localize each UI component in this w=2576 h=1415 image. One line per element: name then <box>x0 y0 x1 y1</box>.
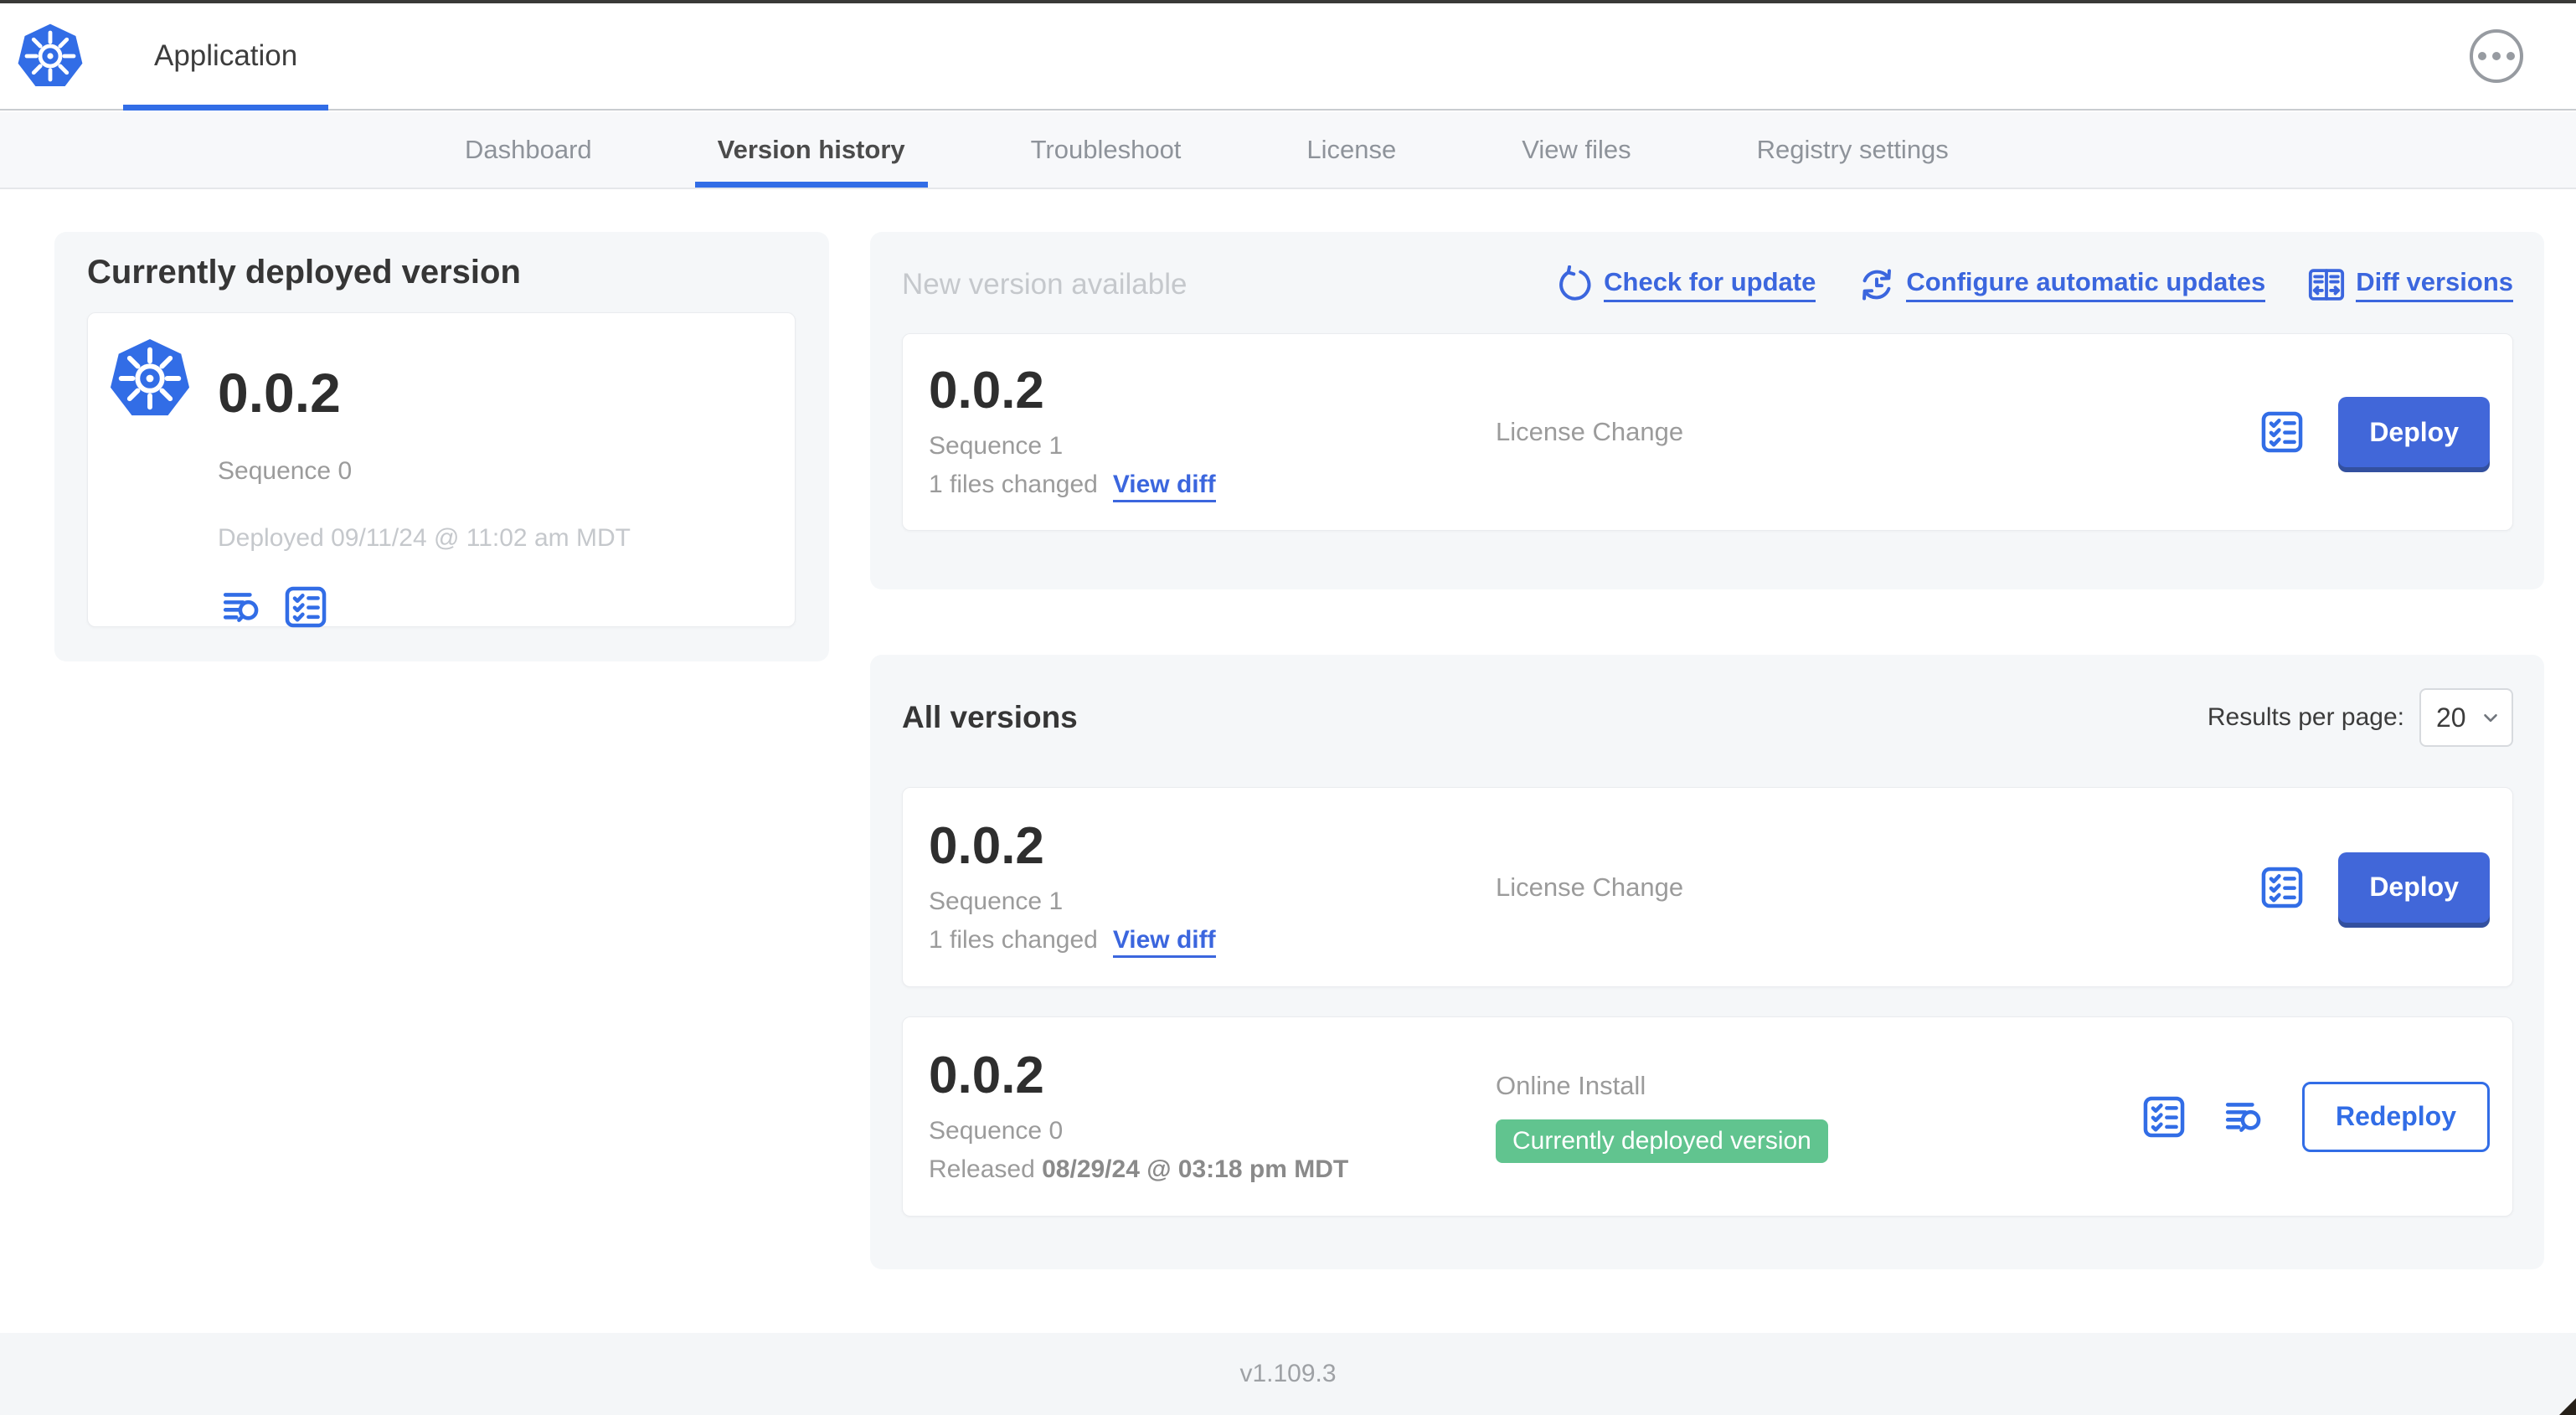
files-changed-label: 1 files changed <box>929 471 1098 498</box>
version-source-label: License Change <box>1496 872 1684 902</box>
auto-update-clock-icon <box>1857 265 1896 304</box>
application-tab-label: Application <box>154 39 298 72</box>
version-number: 0.0.2 <box>929 362 1044 419</box>
ellipsis-icon <box>2478 52 2486 60</box>
tab-dashboard[interactable]: Dashboard <box>465 112 592 188</box>
app-footer: v1.109.3 <box>0 1333 2576 1415</box>
configure-automatic-updates-link[interactable]: Configure automatic updates <box>1857 265 2266 304</box>
released-label: Released <box>929 1155 1035 1183</box>
view-diff-link[interactable]: View diff <box>1112 471 1216 502</box>
results-per-page-value: 20 <box>2436 702 2466 733</box>
currently-deployed-badge: Currently deployed version <box>1496 1119 1828 1163</box>
currently-deployed-card: 0.0.2 Sequence 0 Deployed 09/11/24 @ 11:… <box>87 312 796 630</box>
version-source-label: Online Install <box>1496 1070 1646 1100</box>
results-per-page-label: Results per page: <box>2207 703 2404 731</box>
deployed-sequence-label: Sequence 0 <box>218 457 353 485</box>
version-row-new: 0.0.2 Sequence 1 1 files changed View dif… <box>902 333 2513 531</box>
deploy-button[interactable]: Deploy <box>2338 852 2490 923</box>
redeploy-button[interactable]: Redeploy <box>2301 1081 2490 1152</box>
mouse-cursor <box>2559 1398 2576 1415</box>
tab-view-files[interactable]: View files <box>1522 112 1631 188</box>
tab-troubleshoot[interactable]: Troubleshoot <box>1031 112 1182 188</box>
deploy-logs-icon[interactable] <box>218 586 266 628</box>
deployed-timestamp: Deployed 09/11/24 @ 11:02 am MDT <box>218 524 631 552</box>
tab-license[interactable]: License <box>1306 112 1396 188</box>
preflight-checklist-icon[interactable] <box>2259 409 2305 455</box>
kubernetes-logo-icon <box>17 23 84 90</box>
chevron-down-icon <box>2480 707 2501 728</box>
refresh-icon <box>1555 265 1594 304</box>
tab-version-history[interactable]: Version history <box>694 112 928 188</box>
preflight-checklist-icon[interactable] <box>283 584 328 630</box>
console-version-label: v1.109.3 <box>1239 1360 1337 1387</box>
diff-versions-link[interactable]: Diff versions <box>2307 265 2513 304</box>
diff-icon <box>2307 265 2346 304</box>
kubernetes-logo-icon <box>109 337 191 419</box>
currently-deployed-title: Currently deployed version <box>87 254 521 291</box>
sequence-label: Sequence 1 <box>929 432 1064 460</box>
all-versions-title: All versions <box>902 700 1078 734</box>
version-number: 0.0.2 <box>929 816 1044 875</box>
version-history-page: Application Dashboard Version history Tr… <box>0 0 2576 1415</box>
results-per-page-select[interactable]: 20 <box>2419 688 2513 747</box>
version-row-sequence-1: 0.0.2 Sequence 1 1 files changed View dif… <box>902 787 2513 987</box>
all-versions-panel: All versions Results per page: 20 0.0.2 <box>870 655 2544 1269</box>
deploy-button[interactable]: Deploy <box>2338 397 2490 467</box>
configure-automatic-updates-label: Configure automatic updates <box>1906 267 2266 302</box>
deployed-version-number: 0.0.2 <box>218 362 341 424</box>
view-diff-link[interactable]: View diff <box>1112 925 1216 958</box>
currently-deployed-panel: Currently deployed version 0.0.2 Sequenc… <box>54 232 829 661</box>
tab-registry-settings[interactable]: Registry settings <box>1757 112 1949 188</box>
app-subnav: Dashboard Version history Troubleshoot L… <box>0 112 2576 189</box>
diff-versions-label: Diff versions <box>2356 267 2513 302</box>
version-source-label: License Change <box>1496 417 1684 446</box>
preflight-checklist-icon[interactable] <box>2141 1094 2187 1140</box>
version-row-sequence-0: 0.0.2 Sequence 0 Released 08/29/24 @ 03:… <box>902 1016 2513 1217</box>
check-for-update-label: Check for update <box>1604 267 1816 302</box>
more-options-button[interactable] <box>2470 29 2523 83</box>
deploy-logs-icon[interactable] <box>2220 1096 2269 1138</box>
sequence-label: Sequence 0 <box>929 1116 1064 1145</box>
preflight-checklist-icon[interactable] <box>2259 865 2305 910</box>
check-for-update-link[interactable]: Check for update <box>1555 265 1816 304</box>
sequence-label: Sequence 1 <box>929 887 1064 915</box>
app-header: Application <box>0 3 2576 111</box>
version-number: 0.0.2 <box>929 1046 1044 1104</box>
application-tab[interactable]: Application <box>123 3 329 111</box>
released-timestamp: 08/29/24 @ 03:18 pm MDT <box>1042 1155 1349 1183</box>
files-changed-label: 1 files changed <box>929 925 1098 954</box>
new-version-panel: New version available Check for update C… <box>870 232 2544 589</box>
new-version-title: New version available <box>902 268 1188 301</box>
